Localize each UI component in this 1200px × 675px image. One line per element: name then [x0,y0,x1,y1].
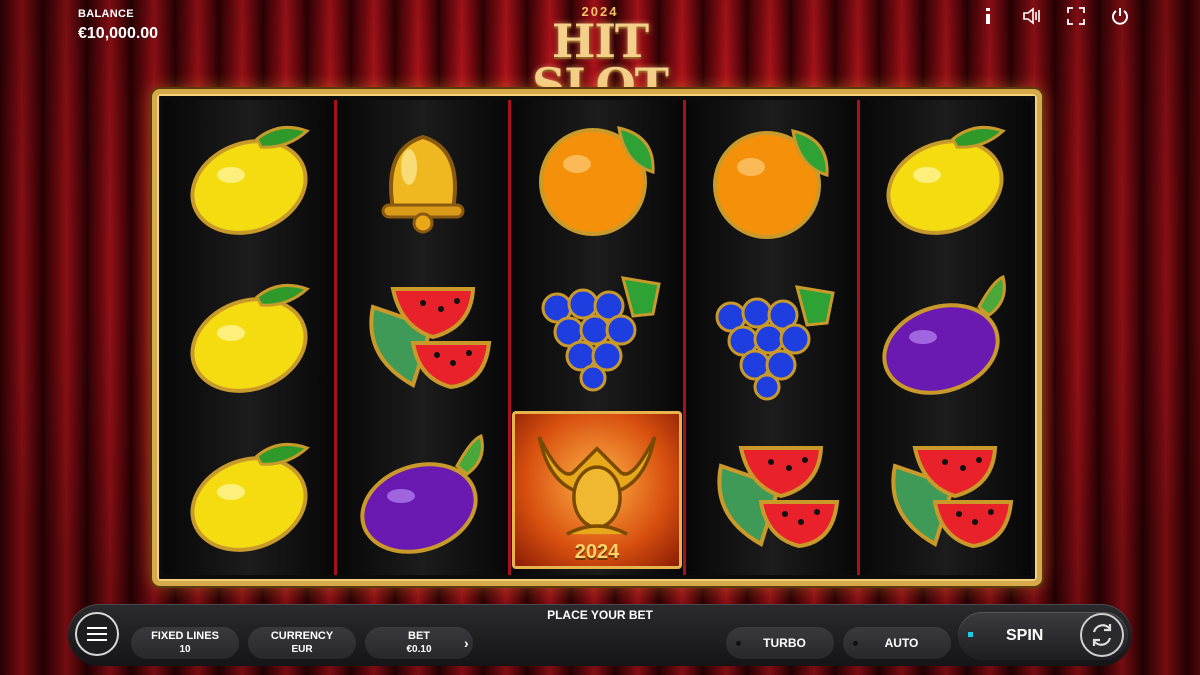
watermelon-symbol [875,426,1015,566]
currency-selector[interactable]: CURRENCY EUR [248,627,356,659]
plum-symbol [353,426,493,566]
spin-indicator [968,632,973,637]
reel-2 [337,100,512,575]
watermelon-symbol [353,267,493,407]
plum-symbol [875,267,1015,407]
joker-year: 2024 [574,540,620,563]
balance-label: BALANCE [78,8,134,20]
watermelon-icon [369,287,492,390]
lemon-icon [190,284,310,394]
sound-icon[interactable] [1022,6,1042,26]
watermelon-symbol [701,426,841,566]
lemon-icon [886,126,1007,236]
joker-symbol: 2024 [512,410,682,569]
reel-frame: 2024 [152,89,1042,586]
turbo-label: TURBO [763,636,806,650]
fixed-lines-value: 10 [179,644,191,655]
plum-icon [360,433,484,554]
spin-refresh-icon [1080,613,1124,657]
fullscreen-icon[interactable] [1066,6,1086,26]
auto-label: AUTO [884,636,919,650]
power-icon[interactable] [1110,6,1130,26]
orange-icon [539,126,655,237]
grapes-symbol [701,267,841,407]
spin-button[interactable]: SPIN [958,612,1128,660]
joker-icon [537,436,657,536]
plum-icon [882,275,1007,396]
orange-symbol [701,109,841,249]
watermelon-icon [717,445,840,548]
grapes-icon [715,285,835,401]
fixed-lines-display: FIXED LINES 10 [131,627,239,659]
lemon-symbol [179,267,319,407]
balance-display: BALANCE €10,000.00 [78,8,158,43]
info-icon[interactable] [978,6,998,26]
fixed-lines-label: FIXED LINES [151,630,219,642]
top-toolbar [978,6,1130,26]
bell-symbol [353,109,493,249]
reel-3: 2024 [511,100,686,575]
currency-value: EUR [291,644,313,655]
lemon-symbol [875,109,1015,249]
reel-1 [163,100,338,575]
orange-symbol [527,106,667,246]
bet-next-arrow[interactable]: › [464,635,469,651]
watermelon-icon [891,445,1014,548]
reel-5 [859,100,1032,575]
lemon-symbol [179,109,319,249]
bet-label: BET [408,630,430,642]
grapes-symbol [527,258,667,398]
bet-value: €0.10 [406,644,432,655]
lemon-symbol [179,426,319,566]
lemon-icon [190,442,310,552]
lemon-icon [190,126,310,236]
bet-selector[interactable]: BET €0.10 [365,627,473,659]
balance-value: €10,000.00 [78,25,159,42]
spin-label: SPIN [1006,627,1044,644]
auto-toggle[interactable]: AUTO [843,627,951,659]
grapes-icon [541,276,661,392]
game-logo: 2024 HIT SLOT [490,4,710,108]
currency-label: CURRENCY [270,630,334,642]
bell-icon [381,135,465,234]
menu-icon [87,627,107,629]
reel-4 [685,100,860,575]
turbo-toggle[interactable]: TURBO [726,627,834,659]
menu-button[interactable] [75,612,119,656]
orange-icon [713,129,829,240]
reels-grid: 2024 [163,100,1032,575]
